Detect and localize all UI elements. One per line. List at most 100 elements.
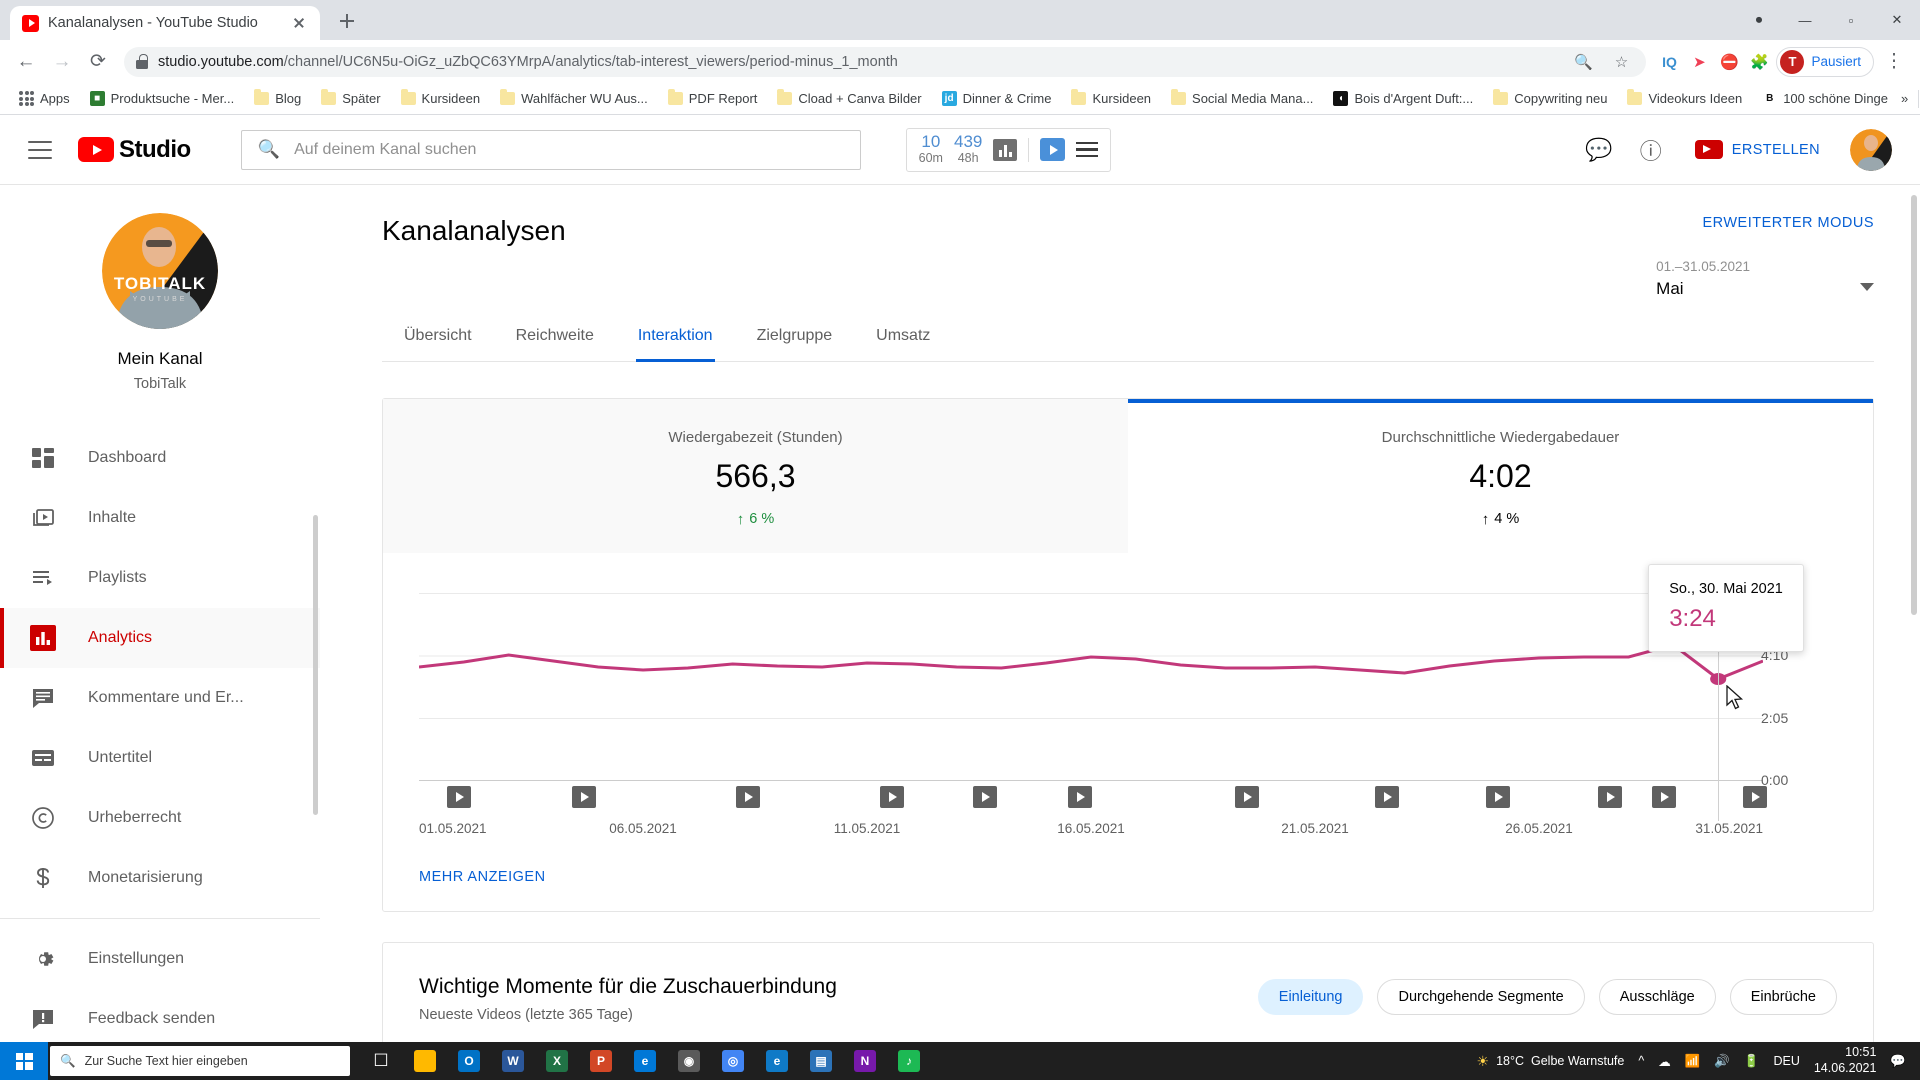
metric-card[interactable]: Wiedergabezeit (Stunden) 566,3 ↑ 6 % xyxy=(383,399,1128,553)
comment-icon[interactable]: 💬 xyxy=(1585,136,1613,164)
sidebar-item-playlists[interactable]: Playlists xyxy=(0,548,320,608)
video-marker[interactable] xyxy=(1651,786,1676,808)
video-marker[interactable] xyxy=(972,786,997,808)
adblock-extension-icon[interactable]: ⛔ xyxy=(1716,49,1742,75)
task-view-icon[interactable]: ☐ xyxy=(360,1042,402,1080)
sidebar-item-einstellungen[interactable]: Einstellungen xyxy=(0,929,320,989)
sidebar-item-analytics[interactable]: Analytics xyxy=(0,608,320,668)
youtube-studio-logo[interactable]: Studio xyxy=(78,136,191,164)
language-indicator[interactable]: DEU xyxy=(1773,1054,1799,1068)
bookmark-item[interactable]: Copywriting neu xyxy=(1486,88,1614,109)
main-scrollbar[interactable] xyxy=(1911,195,1917,615)
clock[interactable]: 10:51 14.06.2021 xyxy=(1814,1045,1877,1076)
sidebar-item-kommentare-und-er[interactable]: Kommentare und Er... xyxy=(0,668,320,728)
word-icon[interactable]: W xyxy=(492,1042,534,1080)
metric-card[interactable]: Durchschnittliche Wiedergabedauer 4:02 ↑ 4 … xyxy=(1128,399,1873,553)
store-icon[interactable]: ▤ xyxy=(800,1042,842,1080)
search-input[interactable] xyxy=(294,140,844,159)
globe-icon[interactable]: ◉ xyxy=(668,1042,710,1080)
bookmark-item[interactable]: ◖ Bois d'Argent Duft:... xyxy=(1326,88,1480,109)
windows-icon[interactable] xyxy=(0,1042,48,1080)
file-explorer-icon[interactable] xyxy=(404,1042,446,1080)
sidebar-item-dashboard[interactable]: Dashboard xyxy=(0,428,320,488)
bookmark-item[interactable]: ■ Produktsuche - Mer... xyxy=(83,88,242,109)
sidebar-item-feedback-senden[interactable]: Feedback senden xyxy=(0,989,320,1042)
onenote-icon[interactable]: N xyxy=(844,1042,886,1080)
filter-chip[interactable]: Einleitung xyxy=(1257,979,1364,1015)
puzzle-extensions-icon[interactable]: 🧩 xyxy=(1746,49,1772,75)
video-marker[interactable] xyxy=(736,786,761,808)
address-bar[interactable]: studio.youtube.com/channel/UC6N5u-OiGz_u… xyxy=(124,46,1647,77)
video-marker[interactable] xyxy=(1374,786,1399,808)
back-icon[interactable]: ← xyxy=(10,46,42,78)
close-window-button[interactable]: ✕ xyxy=(1874,0,1920,40)
bookmark-item[interactable]: jd Dinner & Crime xyxy=(935,88,1059,109)
avatar[interactable] xyxy=(1850,128,1892,171)
tab-zielgruppe[interactable]: Zielgruppe xyxy=(735,327,855,361)
advanced-mode-button[interactable]: ERWEITERTER MODUS xyxy=(1656,215,1874,231)
pocket-extension-icon[interactable]: ➤ xyxy=(1686,49,1712,75)
forward-icon[interactable]: → xyxy=(46,46,78,78)
filter-chip[interactable]: Ausschläge xyxy=(1598,979,1716,1015)
record-indicator-icon[interactable]: ⏺ xyxy=(1736,0,1782,40)
bookmark-star-icon[interactable]: ☆ xyxy=(1608,49,1634,75)
vidiq-play-icon[interactable] xyxy=(1040,138,1066,161)
filter-chip[interactable]: Durchgehende Segmente xyxy=(1377,979,1585,1015)
bar-chart-icon[interactable] xyxy=(993,138,1018,161)
excel-icon[interactable]: X xyxy=(536,1042,578,1080)
maximize-button[interactable]: ▫ xyxy=(1828,0,1874,40)
video-marker[interactable] xyxy=(1597,786,1622,808)
sidebar-item-urheberrecht[interactable]: Urheberrecht xyxy=(0,788,320,848)
new-tab-button[interactable] xyxy=(330,4,364,38)
bookmark-item[interactable]: Social Media Mana... xyxy=(1164,88,1320,109)
iq-extension-icon[interactable]: IQ xyxy=(1656,49,1682,75)
help-icon[interactable]: ⓘ xyxy=(1637,136,1665,164)
power-icon[interactable]: 🔋 xyxy=(1744,1054,1760,1069)
filter-chip[interactable]: Einbrüche xyxy=(1729,979,1837,1015)
bookmark-item[interactable]: Wahlfächer WU Aus... xyxy=(493,88,655,109)
sidebar-item-inhalte[interactable]: Inhalte xyxy=(0,488,320,548)
bookmark-item[interactable]: Apps xyxy=(12,88,77,109)
hamburger-icon[interactable] xyxy=(28,140,52,159)
reload-icon[interactable]: ⟳ xyxy=(82,46,114,78)
channel-avatar[interactable]: TOBITALK YOUTUBE xyxy=(102,213,218,329)
zoom-icon[interactable]: 🔍 xyxy=(1570,49,1596,75)
create-button[interactable]: ERSTELLEN xyxy=(1689,132,1826,167)
video-marker[interactable] xyxy=(572,786,597,808)
edge-legacy-icon[interactable]: e xyxy=(756,1042,798,1080)
video-marker[interactable] xyxy=(1234,786,1259,808)
video-marker[interactable] xyxy=(1068,786,1093,808)
browser-menu-icon[interactable]: ⋮ xyxy=(1878,46,1910,78)
profile-chip[interactable]: T Pausiert xyxy=(1776,46,1874,77)
chevron-down-icon[interactable] xyxy=(1860,283,1874,291)
tab-interaktion[interactable]: Interaktion xyxy=(616,327,735,362)
bookmark-item[interactable]: Cload + Canva Bilder xyxy=(770,88,928,109)
taskbar-search-box[interactable]: 🔍 Zur Suche Text hier eingeben xyxy=(50,1046,350,1076)
bookmark-item[interactable]: B 100 schöne Dinge xyxy=(1755,88,1895,109)
bookmark-item[interactable]: Später xyxy=(314,88,387,109)
chrome-icon[interactable]: ◎ xyxy=(712,1042,754,1080)
date-range-picker[interactable]: 01.–31.05.2021 Mai xyxy=(1656,259,1874,299)
minimize-button[interactable]: — xyxy=(1782,0,1828,40)
sidebar-item-untertitel[interactable]: Untertitel xyxy=(0,728,320,788)
tab-umsatz[interactable]: Umsatz xyxy=(854,327,952,361)
bookmark-item[interactable]: PDF Report xyxy=(661,88,765,109)
sidebar-item-monetarisierung[interactable]: Monetarisierung xyxy=(0,848,320,908)
video-marker[interactable] xyxy=(1742,786,1767,808)
extension-menu-icon[interactable] xyxy=(1076,141,1099,158)
edge-icon[interactable]: e xyxy=(624,1042,666,1080)
network-icon[interactable]: 📶 xyxy=(1685,1054,1701,1069)
onedrive-icon[interactable]: ☁ xyxy=(1658,1054,1671,1069)
powerpoint-icon[interactable]: P xyxy=(580,1042,622,1080)
sidebar-scrollbar[interactable] xyxy=(313,515,318,815)
video-marker[interactable] xyxy=(447,786,472,808)
bookmarks-overflow-button[interactable]: » xyxy=(1901,91,1908,106)
chevron-up-icon[interactable]: ^ xyxy=(1638,1054,1644,1068)
bookmark-item[interactable]: Kursideen xyxy=(394,88,488,109)
bookmark-item[interactable]: Videokurs Ideen xyxy=(1620,88,1749,109)
bookmark-item[interactable]: Blog xyxy=(247,88,308,109)
outlook-icon[interactable]: O xyxy=(448,1042,490,1080)
weather-widget[interactable]: ☀ 18°C Gelbe Warnstufe xyxy=(1477,1053,1625,1070)
video-marker[interactable] xyxy=(1486,786,1511,808)
browser-tab[interactable]: Kanalanalysen - YouTube Studio xyxy=(10,6,320,40)
